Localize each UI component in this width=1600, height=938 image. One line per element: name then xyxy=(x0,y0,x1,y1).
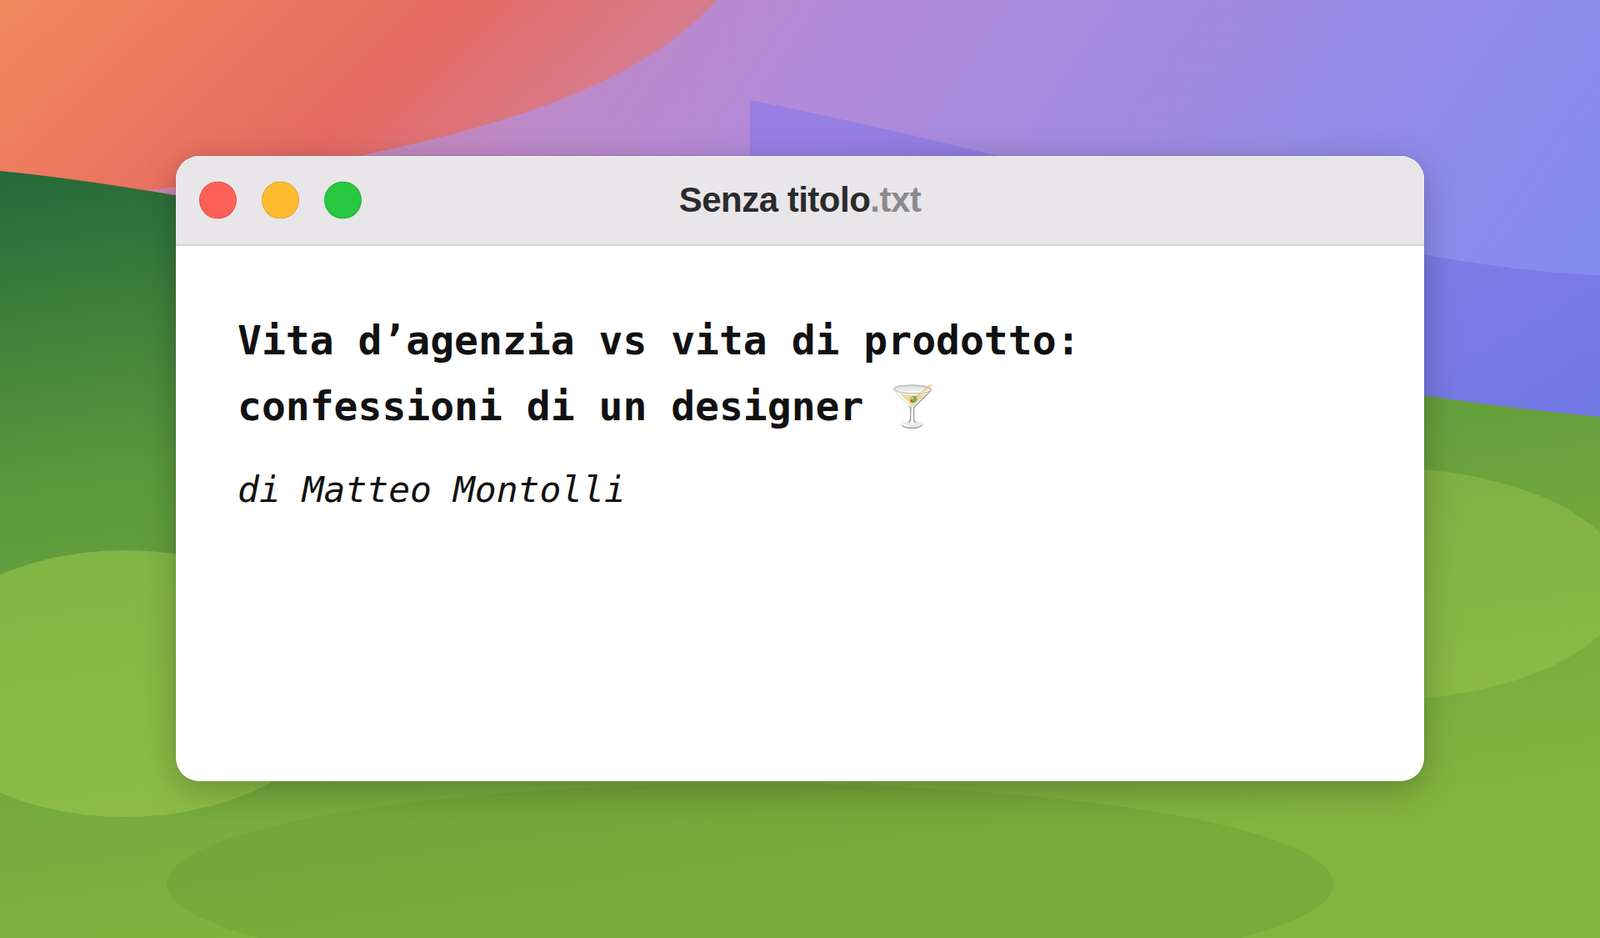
file-extension: .txt xyxy=(870,180,921,220)
zoom-button[interactable] xyxy=(324,181,362,220)
window-title: Senza titolo.txt xyxy=(679,180,922,220)
minimize-button[interactable] xyxy=(261,181,300,220)
document-body[interactable]: Vita d’agenzia vs vita di prodotto: conf… xyxy=(175,245,1425,548)
text-editor-window[interactable]: Senza titolo.txt Vita d’agenzia vs vita … xyxy=(175,155,1425,781)
title-bar[interactable]: Senza titolo.txt xyxy=(175,155,1425,246)
document-heading: Vita d’agenzia vs vita di prodotto: conf… xyxy=(237,307,1321,440)
document-author: di Matteo Montolli xyxy=(237,464,1375,515)
window-controls xyxy=(199,181,362,220)
close-button[interactable] xyxy=(199,181,237,220)
file-name: Senza titolo xyxy=(679,180,871,220)
desktop: Senza titolo.txt Vita d’agenzia vs vita … xyxy=(0,0,1600,938)
